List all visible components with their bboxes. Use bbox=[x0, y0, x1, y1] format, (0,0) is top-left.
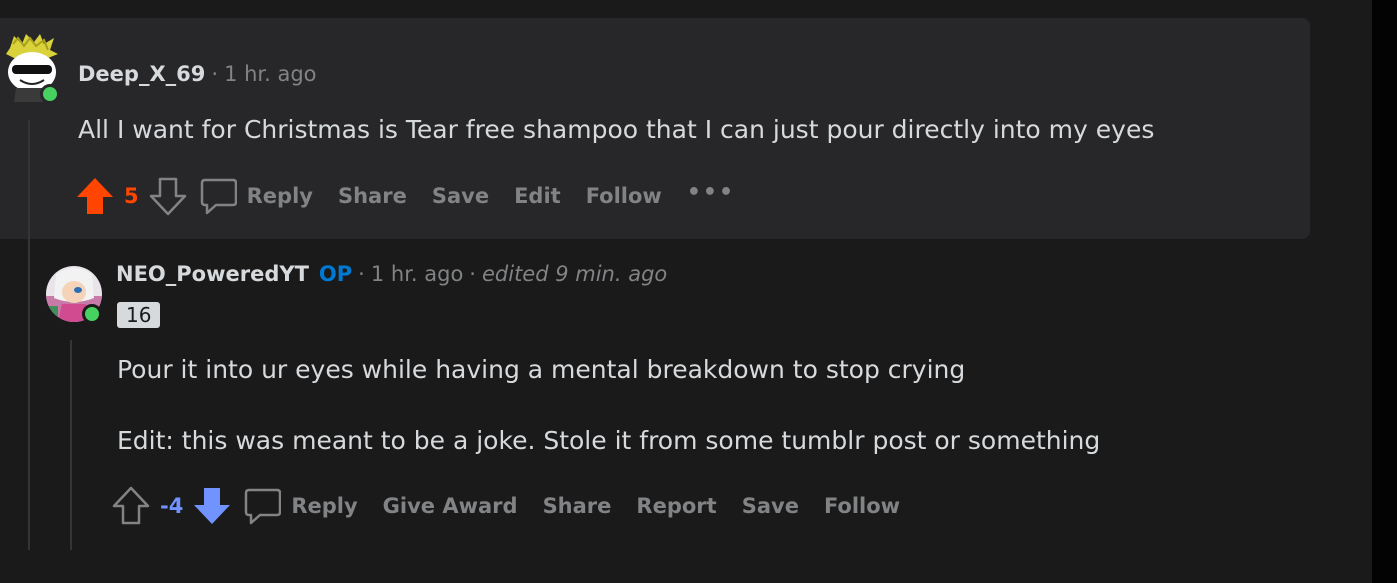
timestamp[interactable]: 1 hr. ago bbox=[371, 262, 463, 286]
timestamp[interactable]: 1 hr. ago bbox=[224, 62, 316, 86]
avatar[interactable] bbox=[4, 34, 60, 104]
vote-score: -4 bbox=[160, 494, 184, 518]
follow-button[interactable]: Follow bbox=[586, 184, 662, 208]
separator: · bbox=[469, 262, 476, 286]
vote-score: 5 bbox=[124, 184, 139, 208]
op-badge: OP bbox=[318, 262, 353, 286]
user-flair: 16 bbox=[117, 302, 161, 328]
page-edge bbox=[1372, 0, 1397, 583]
more-options-icon[interactable]: ••• bbox=[687, 180, 735, 205]
comment-actions: 5 Reply Share Save Edit Follow ••• bbox=[76, 176, 735, 216]
reply-button[interactable]: Reply bbox=[247, 184, 313, 208]
downvote-icon[interactable] bbox=[193, 486, 231, 526]
online-status-icon bbox=[82, 304, 102, 324]
follow-button[interactable]: Follow bbox=[824, 494, 900, 518]
give-award-button[interactable]: Give Award bbox=[383, 494, 518, 518]
thread-line-nested[interactable] bbox=[70, 340, 72, 550]
username[interactable]: NEO_PoweredYT bbox=[116, 262, 309, 286]
username[interactable]: Deep_X_69 bbox=[78, 62, 205, 86]
edit-button[interactable]: Edit bbox=[514, 184, 561, 208]
edited-timestamp: edited 9 min. ago bbox=[481, 262, 668, 286]
online-status-icon bbox=[40, 84, 60, 104]
share-button[interactable]: Share bbox=[338, 184, 407, 208]
avatar[interactable] bbox=[46, 266, 102, 324]
save-button[interactable]: Save bbox=[432, 184, 489, 208]
upvote-icon[interactable] bbox=[76, 176, 114, 216]
separator: · bbox=[358, 262, 365, 286]
reply-button[interactable]: Reply bbox=[291, 494, 357, 518]
comment-meta: NEO_PoweredYT OP · 1 hr. ago · edited 9 … bbox=[116, 262, 667, 286]
comment-body-paragraph: Edit: this was meant to be a joke. Stole… bbox=[117, 426, 1101, 455]
thread-line[interactable] bbox=[28, 120, 30, 550]
reply-icon[interactable] bbox=[243, 486, 282, 526]
comment-body: All I want for Christmas is Tear free sh… bbox=[78, 115, 1155, 144]
save-button[interactable]: Save bbox=[742, 494, 799, 518]
reply-icon[interactable] bbox=[199, 176, 237, 216]
comment-actions: -4 Reply Give Award Share Report Save Fo… bbox=[112, 486, 925, 526]
report-button[interactable]: Report bbox=[636, 494, 716, 518]
downvote-icon[interactable] bbox=[149, 176, 187, 216]
comment-body-paragraph: Pour it into ur eyes while having a ment… bbox=[117, 355, 966, 384]
separator: · bbox=[211, 62, 219, 86]
comment-meta: Deep_X_69 · 1 hr. ago bbox=[78, 62, 317, 86]
upvote-icon[interactable] bbox=[112, 486, 150, 526]
share-button[interactable]: Share bbox=[543, 494, 612, 518]
